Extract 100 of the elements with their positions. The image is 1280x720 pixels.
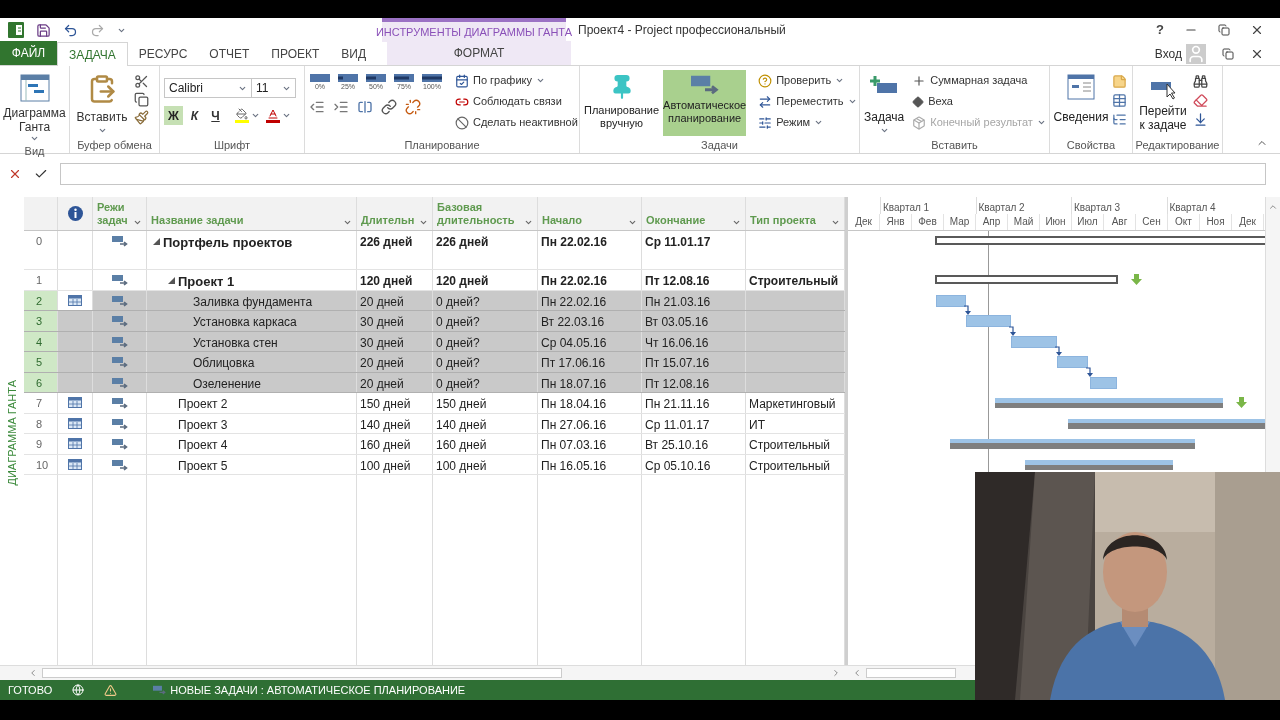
fill-down-icon[interactable] [1193, 112, 1208, 127]
format-painter-icon[interactable] [134, 110, 149, 125]
scroll-to-task-button[interactable]: Перейти к задаче [1137, 70, 1189, 132]
caret-icon [282, 111, 291, 120]
month-label: Янв [880, 214, 912, 230]
ribbon-tab[interactable]: ФОРМАТ [387, 41, 572, 65]
close-icon[interactable] [1250, 23, 1264, 37]
month-label: Апр [976, 214, 1008, 230]
row-number[interactable]: 6 [24, 372, 58, 392]
sign-in-link[interactable]: Вход [1154, 44, 1182, 63]
gantt-chart-icon [19, 74, 50, 102]
font-size-field[interactable]: 11 [252, 78, 296, 98]
warning-icon [104, 683, 118, 697]
ribbon-command[interactable]: Суммарная задача [908, 70, 1050, 91]
table-cell: Пн 22.02.16 [538, 290, 642, 310]
gantt-view-button[interactable]: Диаграмма Ганта [4, 70, 65, 143]
table-cell: 0 дней? [433, 352, 538, 372]
ribbon-tab[interactable]: ОТЧЕТ [198, 43, 261, 65]
schedule-mode-button[interactable]: Автоматическое планирование [663, 70, 747, 136]
table-cell: 20 дней [357, 352, 433, 372]
task-name: Установка каркаса [193, 314, 297, 331]
entry-field[interactable] [60, 163, 1266, 185]
ribbon-command[interactable]: Режим [754, 112, 861, 133]
view-label: ДИАГРАММА ГАНТА [4, 379, 19, 485]
font-size-value: 11 [256, 80, 269, 97]
table-cell: Пт 15.07.16 [642, 352, 746, 372]
app-logo-icon[interactable] [8, 22, 24, 38]
caret-icon [524, 218, 533, 227]
table-cell: 150 дней [357, 393, 433, 413]
ribbon-command[interactable]: Проверить [754, 70, 861, 91]
collapse-arrow-icon[interactable] [153, 237, 160, 245]
task-info-button[interactable]: Сведения [1054, 70, 1108, 126]
indent-icon[interactable] [333, 99, 349, 115]
scrollbar-thumb[interactable] [42, 668, 562, 678]
table-cell: 0 дней? [433, 311, 538, 331]
font-style-button[interactable]: Ч [206, 106, 225, 125]
ribbon-command[interactable]: Веха [908, 91, 1050, 112]
ribbon-command[interactable]: По графику [451, 70, 582, 91]
ribbon-tab[interactable]: ФАЙЛ [0, 41, 57, 65]
font-name-field[interactable]: Calibri [164, 78, 252, 98]
font-color-icon[interactable] [266, 108, 280, 120]
scrollbar-thumb[interactable] [866, 668, 956, 678]
table-cell: Ср 04.05.16 [538, 331, 642, 351]
row-number[interactable]: 5 [24, 352, 58, 372]
confirm-icon[interactable] [34, 167, 48, 181]
row-number[interactable]: 2 [24, 290, 58, 310]
cancel-icon[interactable] [8, 167, 22, 181]
table-cell: Пн 18.04.16 [538, 393, 642, 413]
auto-schedule-icon [111, 274, 128, 286]
font-name-value: Calibri [169, 80, 203, 97]
window-title: Проект4 - Project профессиональный [578, 22, 787, 39]
font-style-button[interactable]: Ж [164, 106, 183, 125]
table-cell: 100 дней [433, 454, 538, 474]
cut-icon[interactable] [134, 74, 149, 89]
task-name: Озеленение [193, 375, 261, 393]
ribbon-tab[interactable]: ВИД [330, 43, 378, 65]
find-icon[interactable] [1193, 74, 1208, 89]
caret-icon [343, 218, 352, 227]
info-form-icon [1067, 74, 1095, 100]
task-name: Установка стен [193, 334, 278, 352]
ribbon-tab[interactable]: ПРОЕКТ [260, 43, 331, 65]
paste-button[interactable]: Вставить [74, 70, 130, 135]
ribbon-tab[interactable]: ЗАДАЧА [57, 42, 128, 66]
table-cell: Ср 05.10.16 [642, 454, 746, 474]
save-icon[interactable] [36, 22, 51, 38]
group-label: Вставить [930, 138, 979, 153]
ribbon-command[interactable]: Переместить [754, 91, 861, 112]
globe-icon [72, 684, 85, 696]
copy-icon[interactable] [134, 92, 149, 107]
outdent-icon[interactable] [309, 99, 325, 115]
table-cell: 0 дней? [433, 331, 538, 351]
help-button[interactable]: ? [1156, 20, 1164, 40]
new-tasks-mode[interactable]: НОВЫЕ ЗАДАЧИ : АВТОМАТИЧЕСКОЕ ПЛАНИРОВАНИЕ [170, 681, 466, 699]
quarter-label: Квартал 3 [1071, 197, 1167, 214]
caret-icon [133, 218, 142, 227]
insert-task-button[interactable]: Задача [864, 70, 905, 135]
table-cell: 120 дней [433, 270, 538, 290]
ribbon-command[interactable]: Сделать неактивной [451, 112, 582, 133]
link-icon[interactable] [381, 99, 397, 115]
ribbon-command[interactable]: Соблюдать связи [451, 91, 582, 112]
font-style-button[interactable]: К [185, 106, 204, 125]
row-number[interactable]: 4 [24, 331, 58, 351]
caret-icon [97, 126, 107, 135]
fill-color-icon[interactable] [235, 108, 249, 120]
clear-icon[interactable] [1193, 93, 1208, 108]
restore-icon[interactable] [1222, 47, 1234, 60]
task-name: Проект 3 [178, 416, 228, 434]
row-number[interactable]: 3 [24, 311, 58, 331]
collapse-arrow-icon[interactable] [168, 276, 175, 284]
caret-icon [30, 134, 39, 143]
schedule-mode-button[interactable]: Планирование вручную [584, 70, 660, 136]
undo-icon[interactable] [63, 22, 78, 38]
milestone-icon [912, 95, 925, 108]
ribbon-tab[interactable]: РЕСУРС [127, 43, 199, 65]
calendar-icon [68, 417, 82, 429]
restore-icon[interactable] [1218, 24, 1230, 36]
month-label: Окт [1168, 214, 1200, 230]
auto-schedule-icon [111, 397, 128, 409]
unlink-icon[interactable] [405, 99, 421, 115]
table-cell: 0 дней? [433, 372, 538, 392]
